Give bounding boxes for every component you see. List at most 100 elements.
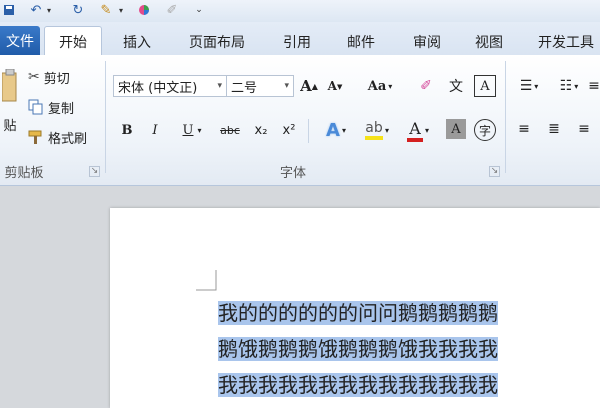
save-icon[interactable] — [2, 0, 16, 20]
tab-home-label: 开始 — [59, 35, 87, 51]
tab-review-label: 审阅 — [413, 35, 441, 51]
tab-references[interactable]: 引用 — [272, 28, 322, 56]
eraser-icon: ✐ — [420, 78, 432, 94]
character-border-button[interactable]: A — [474, 75, 496, 97]
align-center-button[interactable]: ≣ — [544, 119, 564, 139]
character-shading-button[interactable]: A — [446, 119, 466, 139]
chevron-down-icon: ▾ — [284, 81, 289, 91]
phonetic-guide-button[interactable]: 文 — [444, 75, 468, 97]
strikethrough-button[interactable]: abc — [218, 119, 242, 141]
tab-developer-label: 开发工具 — [538, 35, 594, 51]
align-right-button[interactable]: ≡ — [574, 119, 594, 139]
copy-button[interactable]: 复制 — [28, 97, 74, 117]
tab-page-layout[interactable]: 页面布局 — [178, 28, 256, 56]
highlight-color-button[interactable]: ab ▾ — [356, 117, 398, 143]
selected-text-line-3: 我我我我我我我我我我我我我我 — [218, 373, 498, 397]
clear-formatting-button[interactable]: ✐ — [414, 75, 438, 97]
document-line-2[interactable]: 鹅饿鹅鹅鹅饿鹅鹅鹅饿我我我我 — [218, 334, 600, 364]
font-color-swatch — [406, 137, 423, 142]
superscript-button[interactable]: x² — [278, 119, 300, 141]
tab-mailings-label: 邮件 — [347, 35, 375, 51]
numbering-button[interactable]: ☷ ▾ — [554, 75, 584, 97]
font-name-dropdown[interactable]: 宋体 (中文正) ▾ — [113, 75, 227, 97]
bold-button[interactable]: B — [118, 119, 136, 141]
tab-insert-label: 插入 — [123, 35, 151, 51]
document-line-1[interactable]: 我的的的的的的问问鹅鹅鹅鹅鹅 — [218, 298, 600, 328]
tab-home[interactable]: 开始 — [44, 26, 102, 57]
underline-label: U — [182, 122, 194, 138]
font-size-value: 二号 — [231, 80, 258, 96]
format-dropdown-icon[interactable]: ▾ — [116, 0, 126, 20]
paste-button[interactable]: 贴 — [0, 61, 20, 141]
strikethrough-label: abc — [220, 123, 240, 137]
font-dialog-launcher[interactable]: ↘ — [489, 166, 500, 177]
font-name-value: 宋体 (中文正) — [118, 80, 198, 96]
format-painter-label: 格式刷 — [48, 131, 88, 147]
document-line-3[interactable]: 我我我我我我我我我我我我我我 — [218, 370, 600, 400]
change-case-button[interactable]: Aa ▾ — [362, 75, 398, 97]
numbered-list-icon: ☷ — [559, 78, 573, 94]
character-shading-icon: A — [451, 121, 461, 137]
scissors-icon: ✂ — [28, 69, 40, 85]
group-separator — [308, 119, 309, 143]
align-left-icon: ≡ — [518, 121, 530, 137]
cut-label: 剪切 — [43, 71, 70, 87]
underline-button[interactable]: U ▾ — [176, 119, 208, 141]
subscript-button[interactable]: x₂ — [250, 119, 272, 141]
font-group-label: 字体 — [279, 166, 306, 181]
selected-text-line-2: 鹅饿鹅鹅鹅饿鹅鹅鹅饿我我我我 — [218, 337, 498, 361]
multilevel-list-button[interactable]: ≡ — [588, 75, 600, 97]
undo-icon[interactable]: ↶ — [28, 0, 44, 20]
quick-access-toolbar: ↶ ▾ ↻ ✎ ▾ ✐ ⌄ — [0, 0, 600, 22]
tab-insert[interactable]: 插入 — [112, 28, 162, 56]
highlight-color-swatch — [364, 136, 383, 140]
customize-qat-icon[interactable]: ⌄ — [194, 0, 204, 20]
format-painter-icon — [28, 130, 42, 144]
enclose-characters-button[interactable]: 字 — [474, 119, 496, 141]
italic-label: I — [152, 122, 158, 138]
document-page[interactable]: 我的的的的的的问问鹅鹅鹅鹅鹅 鹅饿鹅鹅鹅饿鹅鹅鹅饿我我我我 我我我我我我我我我我… — [110, 208, 600, 408]
color-wheel-icon[interactable] — [136, 0, 152, 20]
font-color-icon: A — [409, 118, 421, 138]
paste-icon — [2, 68, 17, 101]
clipboard-group-label: 剪贴板 — [4, 166, 44, 181]
chevron-down-icon: ▾ — [217, 81, 222, 91]
tab-file[interactable]: 文件 — [0, 26, 40, 56]
text-effects-button[interactable]: A ▾ — [318, 119, 354, 141]
format-painter-button[interactable]: 格式刷 — [28, 127, 87, 147]
tab-page-layout-label: 页面布局 — [189, 35, 245, 51]
margin-corner-mark — [196, 270, 217, 291]
undo-dropdown-icon[interactable]: ▾ — [44, 0, 54, 20]
shrink-font-button[interactable]: A ▼ — [324, 75, 346, 97]
group-separator — [105, 61, 106, 173]
tab-mailings[interactable]: 邮件 — [336, 28, 386, 56]
paste-label: 贴 — [3, 118, 17, 134]
grow-font-button[interactable]: A ▲ — [298, 75, 320, 97]
character-border-icon: A — [480, 78, 490, 94]
italic-button[interactable]: I — [146, 119, 164, 141]
document-area: 我的的的的的的问问鹅鹅鹅鹅鹅 鹅饿鹅鹅鹅饿鹅鹅鹅饿我我我我 我我我我我我我我我我… — [0, 186, 600, 408]
tab-file-label: 文件 — [6, 34, 34, 50]
draw-icon[interactable]: ✐ — [164, 0, 180, 20]
align-center-icon: ≣ — [548, 121, 560, 137]
tab-developer[interactable]: 开发工具 — [532, 28, 600, 56]
group-separator — [505, 61, 506, 173]
bullets-button[interactable]: ☰ ▾ — [514, 75, 544, 97]
copy-label: 复制 — [48, 101, 75, 117]
redo-icon[interactable]: ↻ — [70, 0, 86, 20]
text-effects-icon: A — [326, 119, 340, 141]
cut-button[interactable]: ✂ 剪切 — [28, 67, 70, 87]
tab-view[interactable]: 视图 — [464, 28, 514, 56]
tab-references-label: 引用 — [283, 35, 311, 51]
tab-view-label: 视图 — [475, 35, 503, 51]
clipboard-dialog-launcher[interactable]: ↘ — [89, 166, 100, 177]
superscript-label: x² — [282, 122, 296, 138]
font-size-dropdown[interactable]: 二号 ▾ — [226, 75, 294, 97]
align-right-icon: ≡ — [578, 121, 590, 137]
highlighter-icon: ab — [365, 120, 383, 136]
enclose-characters-icon: 字 — [478, 123, 491, 138]
tab-review[interactable]: 审阅 — [402, 28, 452, 56]
align-left-button[interactable]: ≡ — [514, 119, 534, 139]
format-icon[interactable]: ✎ — [98, 0, 114, 20]
font-color-button[interactable]: A ▾ — [400, 117, 436, 143]
